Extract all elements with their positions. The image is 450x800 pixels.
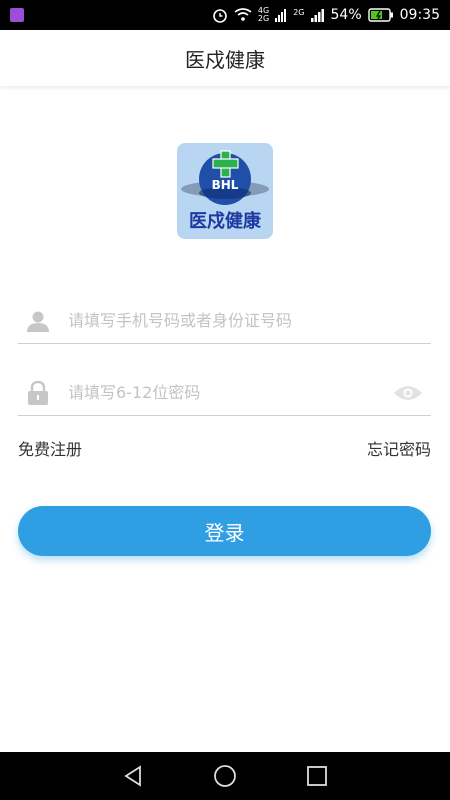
status-bar: 4G 2G 2G 54% 09:35 bbox=[0, 0, 450, 30]
notification-icon bbox=[10, 8, 24, 22]
system-nav-bar bbox=[0, 752, 450, 800]
network-label-secondary: 2G bbox=[293, 8, 305, 17]
username-input[interactable] bbox=[68, 298, 431, 343]
password-input[interactable] bbox=[68, 370, 393, 415]
username-field bbox=[18, 298, 431, 344]
recent-apps-icon[interactable] bbox=[305, 764, 329, 788]
register-link[interactable]: 免费注册 bbox=[18, 436, 82, 460]
wifi-icon bbox=[234, 8, 252, 21]
battery-percent: 54% bbox=[330, 7, 362, 23]
alarm-icon bbox=[213, 9, 227, 23]
logo-text: 医戍健康 bbox=[189, 211, 261, 232]
network-label-bottom: 2G bbox=[257, 14, 270, 23]
network-indicator: 4G 2G bbox=[258, 7, 269, 23]
home-icon[interactable] bbox=[213, 764, 237, 788]
signal-icon-secondary bbox=[310, 9, 324, 22]
page-title: 医戍健康 bbox=[185, 47, 265, 72]
clock: 09:35 bbox=[399, 7, 440, 23]
lock-icon bbox=[28, 380, 48, 405]
password-field bbox=[18, 370, 431, 416]
forgot-password-link[interactable]: 忘记密码 bbox=[367, 436, 431, 460]
app-logo: BHL 医戍健康 bbox=[177, 143, 273, 239]
logo-badge-text: BHL bbox=[212, 178, 239, 192]
login-button[interactable]: 登录 bbox=[18, 506, 431, 556]
battery-icon bbox=[367, 8, 393, 22]
back-icon[interactable] bbox=[121, 764, 145, 788]
app-header: 医戍健康 bbox=[0, 30, 450, 86]
user-icon bbox=[27, 311, 49, 332]
signal-icon bbox=[275, 9, 287, 22]
eye-icon[interactable] bbox=[393, 383, 423, 403]
